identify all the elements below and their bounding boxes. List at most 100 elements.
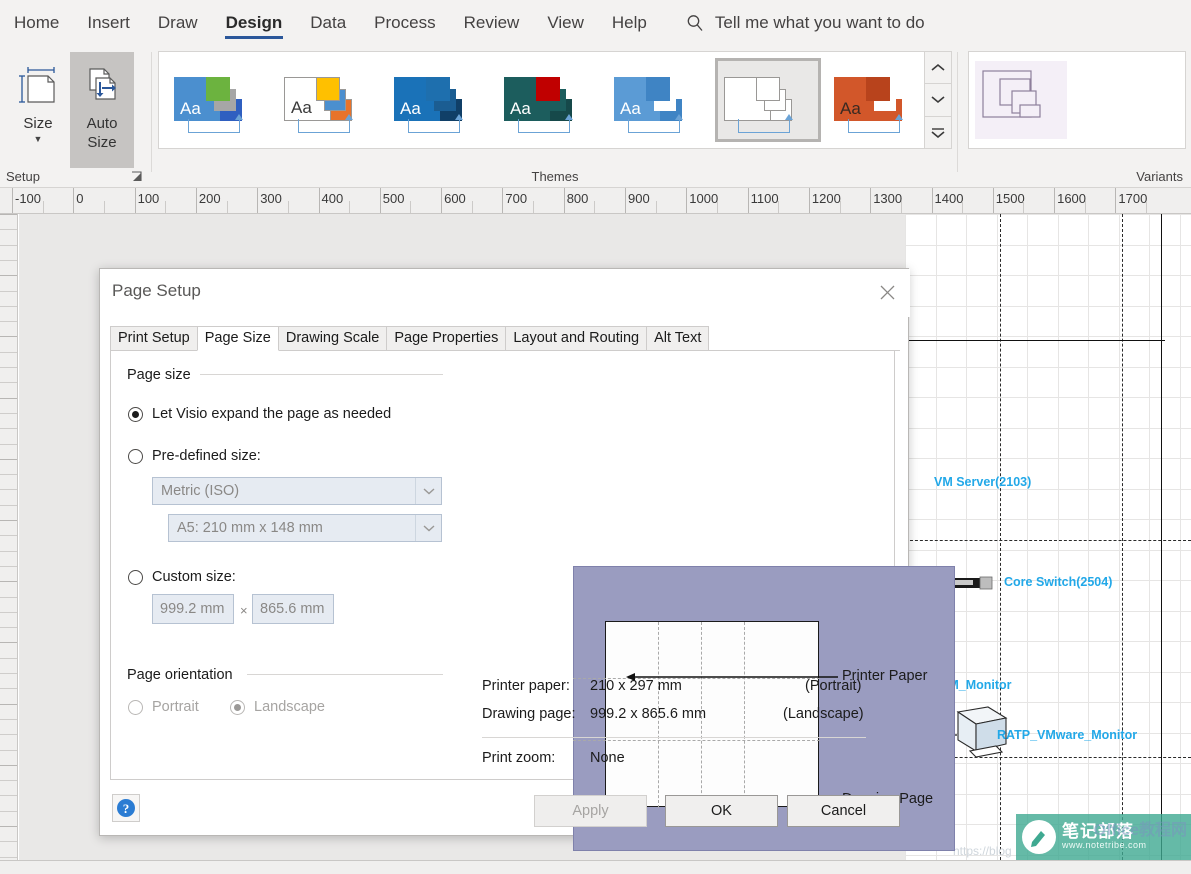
theme-swatch-1 <box>316 77 340 101</box>
size-button-label: Size <box>23 114 52 133</box>
apply-button[interactable]: Apply <box>534 795 647 827</box>
ribbon-tab-review[interactable]: Review <box>450 0 534 46</box>
ruler-tick <box>0 474 18 475</box>
variants-gallery[interactable] <box>968 51 1186 149</box>
ruler-tick <box>0 642 18 643</box>
ruler-label: 700 <box>502 191 527 206</box>
auto-size-button[interactable]: Auto Size <box>70 52 134 168</box>
tab-alt-text[interactable]: Alt Text <box>646 326 709 350</box>
ruler-tick <box>0 306 18 307</box>
theme-swatch-aa: Aa <box>840 100 861 117</box>
vertical-ruler[interactable] <box>0 214 18 860</box>
theme-sequence-theme[interactable]: Aa <box>385 58 491 142</box>
theme-marker-theme[interactable]: Aa <box>605 58 711 142</box>
grid-line <box>905 245 1191 246</box>
setup-dialog-launcher[interactable] <box>131 171 144 184</box>
ruler-tick <box>0 352 18 353</box>
radio-let-visio-expand[interactable]: Let Visio expand the page as needed <box>128 406 391 422</box>
tab-page-properties[interactable]: Page Properties <box>386 326 506 350</box>
close-icon[interactable] <box>872 279 902 305</box>
theme-dots-theme[interactable]: Aa <box>495 58 601 142</box>
watermark-ghost-text: Office教程网 <box>1094 816 1187 840</box>
ruler-label: 500 <box>380 191 405 206</box>
auto-size-icon <box>80 58 124 114</box>
ribbon-tab-process[interactable]: Process <box>360 0 449 46</box>
grid-line <box>905 306 1191 307</box>
ruler-tick <box>0 750 18 751</box>
theme-connector <box>518 119 570 133</box>
predefined-standard-select[interactable]: Metric (ISO) <box>152 477 442 505</box>
help-icon[interactable]: ? <box>112 794 140 822</box>
ribbon-tab-design[interactable]: Design <box>212 0 297 46</box>
ribbon-body: Size ▼ Auto Size <box>0 46 1191 188</box>
ruler-tick-minor <box>656 201 657 214</box>
tab-label: Insert <box>87 13 130 33</box>
ruler-tick-minor <box>533 201 534 214</box>
radio-landscape[interactable]: Landscape <box>230 699 325 715</box>
chevron-down-icon <box>415 478 441 504</box>
radio-pre-defined-size[interactable]: Pre-defined size: <box>128 448 261 464</box>
ruler-tick-minor <box>778 201 779 214</box>
grid-line <box>905 458 1191 459</box>
group-label-variants: Variants <box>1136 169 1183 184</box>
ribbon-tab-home[interactable]: Home <box>0 0 73 46</box>
ruler-tick-minor <box>410 201 411 214</box>
tab-layout-and-routing[interactable]: Layout and Routing <box>505 326 647 350</box>
themes-scroll-down-button[interactable] <box>924 84 952 116</box>
radio-label: Portrait <box>152 699 199 715</box>
theme-swatch-1 <box>756 77 780 101</box>
themes-more-button[interactable] <box>924 117 952 149</box>
ribbon-tab-view[interactable]: View <box>533 0 598 46</box>
ok-button[interactable]: OK <box>665 795 778 827</box>
custom-width-input[interactable]: 999.2 mm <box>152 594 234 624</box>
horizontal-ruler[interactable]: -100010020030040050060070080090010001100… <box>0 188 1191 214</box>
printer-paper-orientation: (Portrait) <box>805 678 861 694</box>
grid-line <box>905 550 1191 551</box>
ribbon-tab-draw[interactable]: Draw <box>144 0 212 46</box>
theme-office-theme[interactable]: Aa <box>165 58 271 142</box>
tab-label: Alt Text <box>654 330 701 346</box>
cancel-button[interactable]: Cancel <box>787 795 900 827</box>
ribbon-tab-data[interactable]: Data <box>296 0 360 46</box>
radio-portrait[interactable]: Portrait <box>128 699 199 715</box>
size-button[interactable]: Size ▼ <box>6 52 70 168</box>
ruler-label: 1500 <box>993 191 1025 206</box>
tab-page-size[interactable]: Page Size <box>197 326 279 351</box>
radio-indicator <box>128 570 143 585</box>
ruler-tick <box>0 734 18 735</box>
ruler-tick <box>0 444 18 445</box>
page-break-line <box>905 540 1191 541</box>
tab-print-setup[interactable]: Print Setup <box>110 326 198 350</box>
theme-no-theme[interactable] <box>715 58 821 142</box>
tab-label: Home <box>14 13 59 33</box>
ruler-tick-minor <box>349 201 350 214</box>
ribbon-tab-insert[interactable]: Insert <box>73 0 144 46</box>
ruler-label: 1000 <box>686 191 718 206</box>
predefined-size-select[interactable]: A5: 210 mm x 148 mm <box>168 514 442 542</box>
ruler-tick <box>0 857 18 858</box>
ruler-tick <box>0 321 18 322</box>
ruler-label: 1400 <box>932 191 964 206</box>
ruler-label: 200 <box>196 191 221 206</box>
theme-radial-theme[interactable]: Aa <box>825 58 931 142</box>
theme-swatch-aa: Aa <box>620 100 641 117</box>
group-label-setup: Setup <box>6 169 40 184</box>
tab-label: Drawing Scale <box>286 330 380 346</box>
ruler-tick <box>0 367 18 368</box>
pencil-icon <box>1022 820 1056 854</box>
tab-label: Help <box>612 13 647 33</box>
ribbon-tab-help[interactable]: Help <box>598 0 661 46</box>
themes-gallery[interactable]: AaAaAaAaAaAa <box>158 51 950 149</box>
radio-custom-size[interactable]: Custom size: <box>128 569 236 585</box>
grid-line <box>905 214 1191 215</box>
tell-me-box[interactable]: Tell me what you want to do <box>685 13 925 33</box>
custom-height-input[interactable]: 865.6 mm <box>252 594 334 624</box>
ruler-tick-minor <box>717 201 718 214</box>
print-zoom-key: Print zoom: <box>482 750 555 766</box>
ruler-tick-minor <box>901 201 902 214</box>
tab-drawing-scale[interactable]: Drawing Scale <box>278 326 388 350</box>
theme-linear-theme[interactable]: Aa <box>275 58 381 142</box>
variant-thumbnail[interactable] <box>975 61 1067 139</box>
themes-scroll-up-button[interactable] <box>924 51 952 84</box>
theme-swatch-aa: Aa <box>180 100 201 117</box>
